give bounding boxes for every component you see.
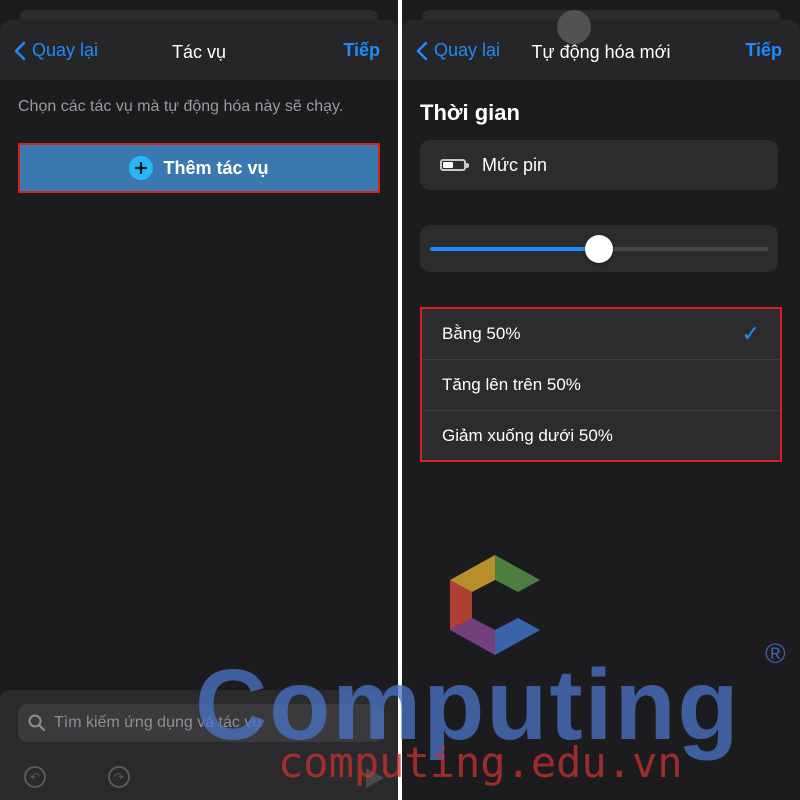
battery-level-row: Mức pin xyxy=(420,140,778,190)
page-title: Tác vụ xyxy=(171,42,227,62)
undo-icon[interactable]: ↶ xyxy=(24,766,46,788)
page-title: Tự động hóa mới xyxy=(531,42,671,62)
condition-option[interactable]: Tăng lên trên 50% xyxy=(422,360,780,411)
battery-fill xyxy=(443,162,453,168)
add-action-button[interactable]: Thêm tác vụ xyxy=(18,143,380,193)
touch-indicator xyxy=(557,10,591,44)
condition-option-label: Bằng 50% xyxy=(442,324,521,343)
condition-option-label: Giảm xuống dưới 50% xyxy=(442,426,613,445)
watermark-url: computing.edu.vn xyxy=(278,738,683,787)
slider-fill xyxy=(430,247,599,251)
checkmark-icon: ✓ xyxy=(741,321,760,346)
battery-label: Mức pin xyxy=(482,154,548,175)
condition-options: Bằng 50% ✓ Tăng lên trên 50% Giảm xuống dướ… xyxy=(420,307,782,462)
slider-track[interactable] xyxy=(430,235,768,263)
condition-option[interactable]: Bằng 50% ✓ xyxy=(422,309,780,360)
next-button[interactable]: Tiếp xyxy=(343,40,380,61)
slider-thumb[interactable] xyxy=(585,235,613,263)
section-title: Thời gian xyxy=(420,100,520,125)
redo-icon[interactable]: ↷ xyxy=(108,766,130,788)
condition-option-label: Tăng lên trên 50% xyxy=(442,375,581,394)
next-button[interactable]: Tiếp xyxy=(745,40,782,61)
hint-text: Chọn các tác vụ mà tự động hóa này sẽ ch… xyxy=(18,98,344,115)
search-icon xyxy=(28,714,45,731)
nav-bar: Quay lại Tự động hóa mới Tiếp xyxy=(402,20,800,80)
battery-slider-card xyxy=(420,225,778,272)
plus-icon xyxy=(129,156,154,180)
watermark-registered: ® xyxy=(765,638,786,669)
condition-option[interactable]: Giảm xuống dưới 50% xyxy=(422,411,780,461)
battery-tip xyxy=(466,163,469,168)
battery-icon xyxy=(440,159,469,171)
add-action-label: Thêm tác vụ xyxy=(163,157,269,178)
nav-bar: Quay lại Tác vụ Tiếp xyxy=(0,20,398,80)
